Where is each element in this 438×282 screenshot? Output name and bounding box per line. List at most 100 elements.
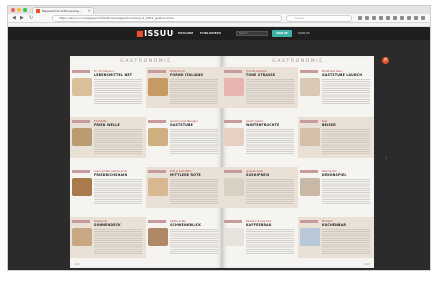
tab-favicon-icon [36, 9, 40, 13]
article-photo [148, 178, 168, 196]
download-icon[interactable] [372, 16, 376, 20]
article-photo [72, 128, 92, 146]
article-photo [72, 78, 92, 96]
article-card[interactable]: Markthalle Neun GASTSTUBE LAUNCH [298, 67, 374, 108]
reload-button[interactable]: ↻ [29, 15, 33, 22]
category-tag [72, 120, 90, 123]
extension-icon[interactable] [393, 16, 397, 20]
right-page[interactable]: GASTRONOMIE Fruchte Teeladen TONE STRASSE… [222, 56, 374, 268]
article-card[interactable]: Lebensmittel Gastronomie FRIEDRICHSHAIN [70, 167, 146, 208]
article-card[interactable]: Gastro Gastro WINTERFRÜCHTE [222, 117, 298, 158]
article-photo [224, 78, 244, 96]
logo-mark-icon: ■ [136, 29, 145, 38]
logo-text: ISSUU [144, 29, 174, 38]
article-title: GASTSTUBE [170, 123, 194, 127]
article-title: WINTERFRÜCHTE [246, 123, 280, 127]
site-search-placeholder: Search [239, 32, 248, 35]
left-page[interactable]: GASTRONOMIE Dr. Schnellmann LEBENSMITTEL … [70, 56, 222, 268]
article-photo [224, 228, 244, 246]
category-tag [72, 170, 90, 173]
pocket-icon[interactable] [386, 16, 390, 20]
minimize-window-icon[interactable] [17, 8, 21, 12]
article-card[interactable]: Brot & Salz Mitte MITTLERE ROTE [146, 167, 222, 208]
star-icon[interactable] [358, 16, 362, 20]
close-window-icon[interactable] [11, 8, 15, 12]
home-icon[interactable] [379, 16, 383, 20]
category-tag [148, 170, 166, 173]
article-title: KAFFEEBRAU [246, 223, 272, 227]
category-tag [300, 70, 318, 73]
article-photo [224, 128, 244, 146]
signup-button[interactable]: SIGN UP [272, 30, 292, 37]
signin-link[interactable]: SIGN IN [298, 31, 309, 36]
browser-search-placeholder: Suche [295, 16, 305, 20]
article-card[interactable]: Dr. Schnellmann LEBENSMITTEL NET [70, 67, 146, 108]
category-tag [300, 120, 318, 123]
article-title: SONNENDECK [94, 223, 121, 227]
article-title: FRIEDRICHSHAIN [94, 173, 128, 177]
nav-link-publishers[interactable]: PUBLISHERS [200, 31, 221, 36]
magazine-spread[interactable]: GASTRONOMIE Dr. Schnellmann LEBENSMITTEL … [70, 56, 374, 268]
article-title: TONE STRASSE [246, 73, 276, 77]
reading-list-icon[interactable] [365, 16, 369, 20]
category-tag [72, 70, 90, 73]
article-card[interactable]: Gastronomie Manager GASTSTUBE [146, 117, 222, 158]
article-photo [148, 78, 168, 96]
article-body-text [322, 129, 370, 155]
article-body-text [94, 229, 142, 255]
share-icon[interactable] [407, 16, 411, 20]
article-card[interactable]: Kaffee & Tee SCHWENKBLICK [146, 217, 222, 258]
article-card[interactable]: Weinhandel DEKONSPIEL [298, 167, 374, 208]
article-card[interactable]: Kiez BEISER [298, 117, 374, 158]
issuu-logo[interactable]: ■ISSUU [136, 30, 174, 38]
browser-search-input[interactable]: Suche [286, 15, 352, 22]
sync-icon[interactable] [400, 16, 404, 20]
article-card[interactable]: Mittenbruch FORNO ITALIANO [146, 67, 222, 108]
article-card[interactable]: Jenseits Sushi SUSHIPREIS [222, 167, 298, 208]
article-body-text [170, 79, 218, 105]
article-body-text [246, 79, 294, 105]
browser-tab[interactable]: Peppermint Anthropolog... × [32, 7, 94, 14]
article-card[interactable]: Gastropub SONNENDECK [70, 217, 146, 258]
toolbar-icons [358, 16, 428, 21]
nav-link-explore[interactable]: EXPLORE [178, 31, 193, 36]
close-reader-button[interactable]: × [382, 57, 389, 64]
site-header: ■ISSUU EXPLORE PUBLISHERS Search SIGN UP… [8, 27, 430, 40]
maximize-window-icon[interactable] [23, 8, 27, 12]
next-page-arrow-icon[interactable]: › [385, 154, 388, 162]
back-button[interactable]: ◀ [12, 15, 16, 22]
addon-icon[interactable] [414, 16, 418, 20]
category-tag [148, 70, 166, 73]
article-body-text [246, 229, 294, 255]
article-photo [300, 228, 320, 246]
left-page-header: GASTRONOMIE [120, 59, 172, 64]
article-photo [224, 178, 244, 196]
article-card[interactable]: Edelstoffe FRIED WELLE [70, 117, 146, 158]
article-body-text [246, 179, 294, 205]
article-body-text [322, 179, 370, 205]
article-body-text [322, 229, 370, 255]
article-card[interactable]: Milchbar KUCHENBAR [298, 217, 374, 258]
article-card[interactable]: Fruchte Teeladen TONE STRASSE [222, 67, 298, 108]
category-tag [224, 220, 242, 223]
address-toolbar: ◀ ▶ ↻ https://issuu.com/peppermintanthro… [8, 14, 430, 23]
hamburger-menu-icon[interactable] [421, 16, 425, 20]
category-tag [300, 170, 318, 173]
article-body-text [246, 129, 294, 155]
article-body-text [322, 79, 370, 105]
category-tag [300, 220, 318, 223]
tab-bar: Peppermint Anthropolog... × [8, 6, 430, 14]
article-title: GASTSTUBE LAUNCH [322, 73, 363, 77]
article-title: SUSHIPREIS [246, 173, 270, 177]
article-photo [72, 178, 92, 196]
forward-button[interactable]: ▶ [20, 15, 24, 22]
category-tag [224, 120, 242, 123]
article-card[interactable]: Bäckerei Zuckerbrot KAFFEEBRAU [222, 217, 298, 258]
article-body-text [170, 229, 218, 255]
site-search-input[interactable]: Search [236, 31, 268, 36]
browser-window: Peppermint Anthropolog... × ◀ ▶ ↻ https:… [7, 5, 431, 271]
article-photo [148, 128, 168, 146]
article-body-text [94, 79, 142, 105]
article-photo [148, 228, 168, 246]
url-bar[interactable]: https://issuu.com/peppermintanthropologi… [52, 15, 282, 22]
